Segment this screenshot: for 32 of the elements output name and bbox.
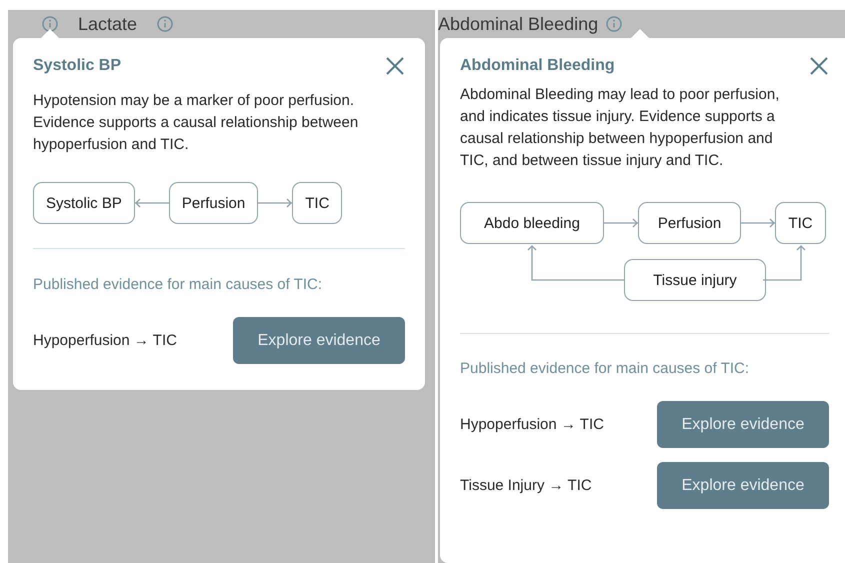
explore-evidence-button[interactable]: Explore evidence — [233, 317, 405, 364]
diagram-node: Perfusion — [638, 202, 741, 244]
popover-title: Systolic BP — [33, 57, 122, 75]
connector-arrow — [134, 197, 169, 209]
popover-title: Abdominal Bleeding — [460, 57, 615, 75]
info-icon[interactable] — [606, 16, 622, 32]
popover-description: Abdominal Bleeding may lead to poor perfusion, and indicates tissue injury. Evidence supports a causal relationship between hypoperfusion and TIC, and between tissue injury and TIC. — [460, 85, 780, 171]
section-label: Lactate — [78, 14, 138, 34]
diagram-node: Tissue injury — [624, 259, 766, 301]
info-icon[interactable] — [157, 16, 174, 32]
close-icon — [809, 56, 829, 76]
evidence-heading: Published evidence for main causes of TIC: — [33, 276, 324, 293]
section-label: Abdominal Bleeding — [438, 14, 598, 34]
info-icon[interactable] — [42, 16, 58, 32]
diagram-node: TIC — [292, 182, 342, 224]
close-button[interactable] — [809, 56, 829, 76]
connector-arrow — [741, 217, 775, 229]
evidence-label: Hypoperfusion → TIC — [460, 416, 604, 433]
connector-arrow — [258, 197, 292, 209]
connector-arrow — [604, 217, 638, 229]
evidence-heading: Published evidence for main causes of TIC: — [460, 360, 750, 377]
diagram-node: Abdo bleeding — [460, 202, 604, 244]
close-button[interactable] — [385, 56, 405, 76]
explore-evidence-button[interactable]: Explore evidence — [657, 401, 829, 448]
diagram-node: TIC — [775, 202, 826, 244]
diagram-node: Perfusion — [168, 182, 258, 224]
diagram-node: Systolic BP — [33, 182, 135, 224]
popover-description: Hypotension may be a marker of poor perfusion. Evidence supports a causal relationship between hypoperfusion and TIC. — [33, 91, 360, 155]
close-icon — [385, 56, 405, 76]
explore-evidence-button[interactable]: Explore evidence — [657, 462, 829, 509]
evidence-label: Hypoperfusion → TIC — [33, 332, 177, 349]
evidence-label: Tissue Injury → TIC — [460, 477, 592, 494]
